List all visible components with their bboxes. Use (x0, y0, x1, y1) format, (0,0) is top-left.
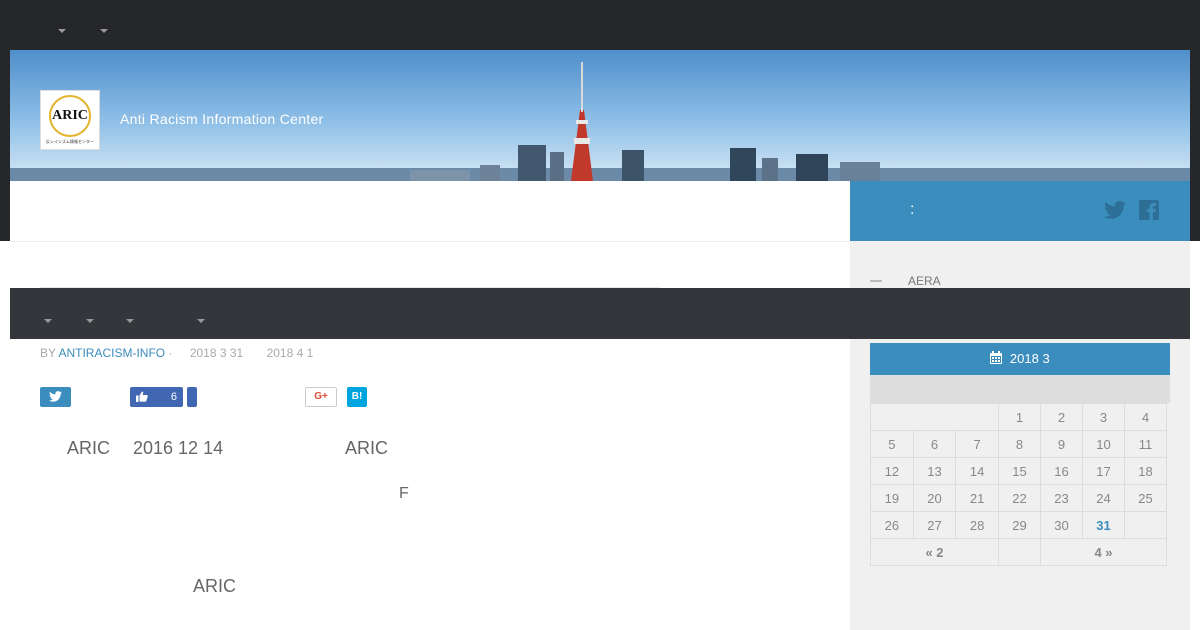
content-text: ARIC (345, 438, 389, 458)
calendar-day: 25 (1124, 484, 1167, 512)
chevron-down-icon (126, 319, 134, 323)
calendar-day: 6 (912, 430, 957, 458)
meta-by: BY (40, 346, 56, 360)
calendar-week-row: 12 13 14 15 16 17 18 (870, 457, 1167, 485)
calendar-day: 26 (870, 511, 914, 539)
calendar-day (1124, 511, 1167, 539)
calendar-week-row: 1 2 3 4 (870, 403, 1167, 431)
twitter-icon (49, 391, 62, 402)
social-label: : (910, 201, 915, 218)
calendar-day: 19 (870, 484, 914, 512)
content-date: 2016 12 14 (133, 438, 224, 458)
facebook-like-button[interactable]: 6 (130, 387, 183, 407)
top-menu-dropdown-2[interactable] (100, 20, 114, 33)
calendar-day: 29 (998, 511, 1041, 539)
chevron-down-icon (44, 319, 52, 323)
calendar-pad (998, 538, 1041, 566)
thumbs-up-icon (136, 391, 148, 402)
nav-dropdown-3[interactable] (126, 310, 136, 323)
calendar-day: 24 (1082, 484, 1125, 512)
site-description: Anti Racism Information Center (120, 111, 324, 127)
published-date: 2018 3 31 (189, 346, 244, 360)
content-text: F (399, 485, 409, 502)
calendar-day: 1 (998, 403, 1041, 431)
calendar-day: 17 (1082, 457, 1125, 485)
top-menu-dropdown-1[interactable] (58, 20, 72, 33)
logo-text: ARIC (52, 108, 88, 123)
calendar-icon (990, 351, 1003, 364)
calendar-grid: 1 2 3 4 5 6 7 8 9 10 11 12 13 14 15 16 1… (870, 403, 1167, 566)
nav-dropdown-2[interactable] (86, 310, 96, 323)
calendar-day: 28 (955, 511, 999, 539)
calendar-nav-row: « 2 4 » (870, 538, 1167, 566)
facebook-share-button[interactable] (187, 387, 197, 407)
calendar-day: 14 (955, 457, 999, 485)
author-link[interactable]: ANTIRACISM-INFO (58, 346, 165, 360)
calendar-day: 9 (1040, 430, 1083, 458)
chevron-down-icon (58, 29, 66, 33)
logo-subtext: 反レイシズム情報センター (46, 139, 94, 144)
calendar-day: 18 (1124, 457, 1167, 485)
hatena-bookmark-button[interactable]: B! (347, 387, 367, 407)
calendar-day: 22 (998, 484, 1041, 512)
calendar-week-row: 19 20 21 22 23 24 25 (870, 484, 1167, 512)
calendar-prev-link[interactable]: « 2 (870, 538, 999, 566)
calendar-day: 2 (1040, 403, 1083, 431)
nav-dropdown-4[interactable] (197, 310, 207, 323)
calendar-title: 2018 3 (870, 343, 1170, 375)
calendar-day: 16 (1040, 457, 1083, 485)
header-search-strip (10, 181, 850, 241)
like-count: 6 (170, 391, 177, 403)
social-box: : (850, 181, 1190, 241)
google-plus-button[interactable]: G+ (305, 387, 337, 407)
calendar-day: 12 (870, 457, 914, 485)
updated-date: 2018 4 1 (266, 346, 314, 360)
calendar-day: 13 (912, 457, 957, 485)
calendar-day: 8 (998, 430, 1041, 458)
chevron-down-icon (100, 29, 108, 33)
calendar-next-link[interactable]: 4 » (1040, 538, 1167, 566)
calendar-day: 27 (912, 511, 957, 539)
calendar-weekday-header (870, 375, 1170, 403)
list-bullet (870, 280, 882, 282)
chevron-down-icon (86, 319, 94, 323)
calendar-week-row: 5 6 7 8 9 10 11 (870, 430, 1167, 458)
sidebar-recent-post[interactable]: AERA (908, 274, 941, 288)
tweet-button[interactable] (40, 387, 71, 407)
content-text: ARIC (67, 438, 111, 458)
calendar-day: 30 (1040, 511, 1083, 539)
site-header: ARIC 反レイシズム情報センター Anti Racism Informatio… (10, 50, 1190, 181)
calendar-day: 11 (1124, 430, 1167, 458)
calendar-day: 10 (1082, 430, 1125, 458)
chevron-down-icon (197, 319, 205, 323)
calendar-day: 15 (998, 457, 1041, 485)
calendar-month: 2018 3 (1009, 351, 1050, 366)
site-logo[interactable]: ARIC 反レイシズム情報センター (40, 90, 100, 150)
page-gutter (1190, 241, 1200, 630)
twitter-icon[interactable] (1104, 200, 1126, 222)
calendar-pad (870, 403, 999, 431)
calendar-day: 20 (912, 484, 957, 512)
calendar-day: 4 (1124, 403, 1167, 431)
content-text: ARIC (193, 576, 237, 596)
calendar-day: 5 (870, 430, 914, 458)
calendar-week-row: 26 27 28 29 30 31 (870, 511, 1167, 539)
meta-separator: · (168, 346, 173, 360)
calendar-day: 3 (1082, 403, 1125, 431)
calendar-day: 23 (1040, 484, 1083, 512)
calendar-day-today[interactable]: 31 (1082, 511, 1125, 539)
calendar-day: 7 (955, 430, 999, 458)
main-navigation (10, 288, 1190, 339)
post-meta: BY ANTIRACISM-INFO · 2018 3 31 2018 4 1 (40, 346, 313, 360)
facebook-icon[interactable] (1138, 200, 1160, 222)
calendar-day: 21 (955, 484, 999, 512)
nav-dropdown-1[interactable] (44, 310, 54, 323)
